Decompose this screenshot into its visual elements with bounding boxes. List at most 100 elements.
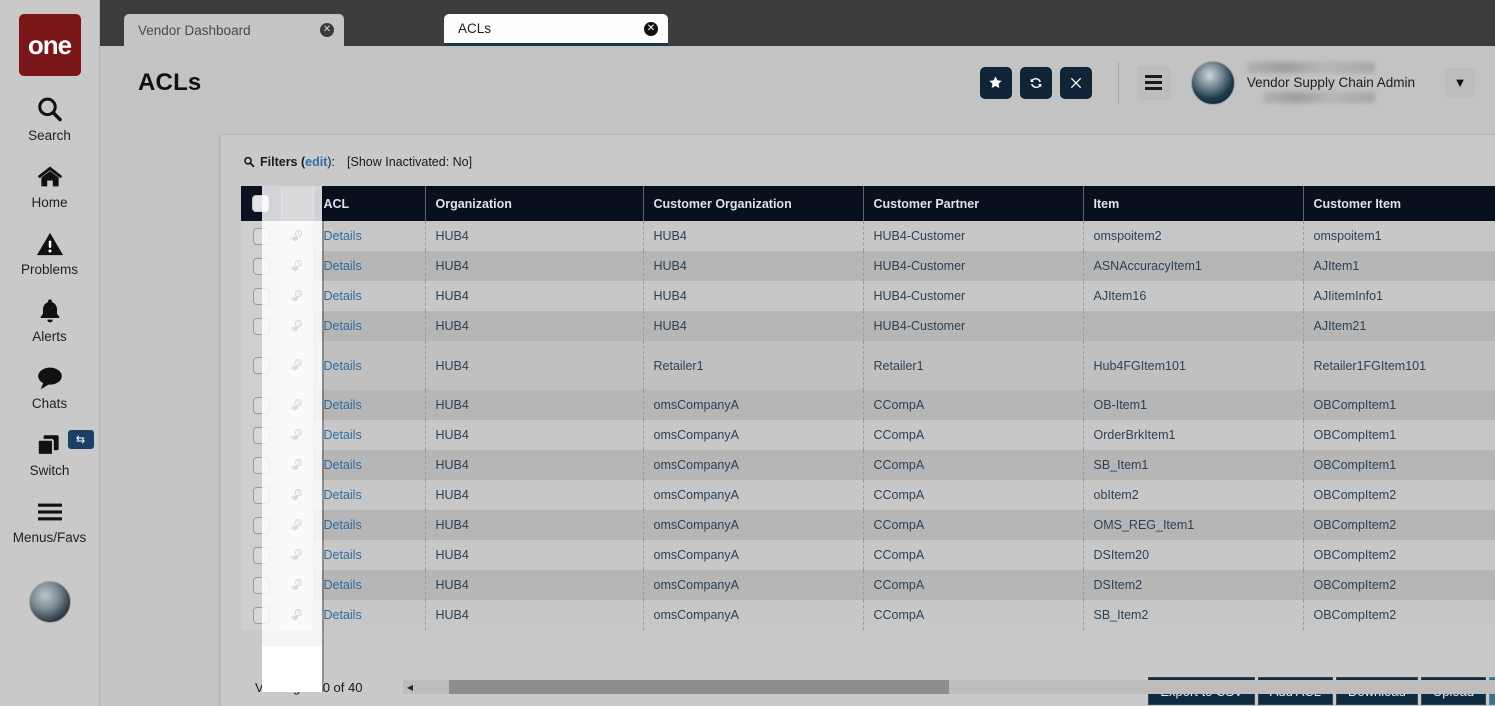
row-select-cell[interactable]: [241, 311, 281, 341]
row-history-cell[interactable]: [281, 540, 313, 570]
row-details-link[interactable]: Details: [313, 390, 425, 420]
row-details-link[interactable]: Details: [313, 540, 425, 570]
history-monitor-icon[interactable]: [289, 288, 304, 302]
row-select-cell[interactable]: [241, 390, 281, 420]
sidebar-item-problems[interactable]: Problems: [0, 227, 100, 277]
row-details-link[interactable]: Details: [313, 221, 425, 251]
app-logo[interactable]: one: [19, 14, 81, 76]
select-all-header[interactable]: [241, 186, 281, 221]
history-monitor-icon[interactable]: [289, 547, 304, 561]
row-history-cell[interactable]: [281, 600, 313, 630]
column-header-acl[interactable]: ACL: [313, 186, 425, 221]
history-monitor-icon[interactable]: [289, 607, 304, 621]
sidebar-item-switch[interactable]: ⇆ Switch: [0, 428, 100, 478]
table-row[interactable]: DetailsHUB4omsCompanyACCompAobItem2OBCom…: [241, 480, 1495, 510]
history-monitor-icon[interactable]: [289, 457, 304, 471]
row-history-cell[interactable]: [281, 570, 313, 600]
swap-arrows-icon[interactable]: ⇆: [68, 430, 94, 449]
row-history-cell[interactable]: [281, 510, 313, 540]
table-row[interactable]: DetailsHUB4omsCompanyACCompAOMS_REG_Item…: [241, 510, 1495, 540]
table-row[interactable]: DetailsHUB4HUB4HUB4-CustomerAJItem21: [241, 311, 1495, 341]
row-checkbox[interactable]: [253, 318, 270, 335]
row-checkbox[interactable]: [253, 397, 270, 414]
table-row[interactable]: DetailsHUB4omsCompanyACCompASB_Item2OBCo…: [241, 600, 1495, 630]
rail-user-avatar[interactable]: [29, 581, 71, 623]
history-monitor-icon[interactable]: [289, 397, 304, 411]
row-history-cell[interactable]: [281, 281, 313, 311]
sidebar-item-menus-favs[interactable]: Menus/Favs: [0, 495, 100, 545]
row-history-cell[interactable]: [281, 450, 313, 480]
row-details-link[interactable]: Details: [313, 570, 425, 600]
row-history-cell[interactable]: [281, 311, 313, 341]
row-details-link[interactable]: Details: [313, 510, 425, 540]
row-details-link[interactable]: Details: [313, 420, 425, 450]
sidebar-item-home[interactable]: Home: [0, 160, 100, 210]
column-header-customer-partner[interactable]: Customer Partner: [863, 186, 1083, 221]
close-circle-icon[interactable]: ✕: [644, 22, 658, 36]
row-select-cell[interactable]: [241, 420, 281, 450]
close-button[interactable]: [1060, 67, 1092, 99]
row-details-link[interactable]: Details: [313, 281, 425, 311]
history-monitor-icon[interactable]: [289, 427, 304, 441]
table-row[interactable]: DetailsHUB4HUB4HUB4-CustomerASNAccuracyI…: [241, 251, 1495, 281]
row-checkbox[interactable]: [253, 487, 270, 504]
row-details-link[interactable]: Details: [313, 450, 425, 480]
row-select-cell[interactable]: [241, 341, 281, 390]
row-details-link[interactable]: Details: [313, 251, 425, 281]
row-select-cell[interactable]: [241, 510, 281, 540]
row-details-link[interactable]: Details: [313, 341, 425, 390]
grid-horizontal-scrollbar[interactable]: ◀ ▶: [403, 680, 1495, 694]
row-checkbox[interactable]: [253, 517, 270, 534]
row-checkbox[interactable]: [253, 607, 270, 624]
row-details-link[interactable]: Details: [313, 311, 425, 341]
column-header-customer-item[interactable]: Customer Item: [1303, 186, 1495, 221]
row-select-cell[interactable]: [241, 221, 281, 251]
chevron-down-icon[interactable]: ▼: [1445, 68, 1475, 98]
row-select-cell[interactable]: [241, 600, 281, 630]
close-circle-icon[interactable]: ✕: [320, 23, 334, 37]
table-row[interactable]: DetailsHUB4omsCompanyACCompASB_Item1OBCo…: [241, 450, 1495, 480]
row-details-link[interactable]: Details: [313, 600, 425, 630]
row-checkbox[interactable]: [253, 427, 270, 444]
table-row[interactable]: DetailsHUB4Retailer1Retailer1Hub4FGItem1…: [241, 341, 1495, 390]
row-history-cell[interactable]: [281, 251, 313, 281]
row-select-cell[interactable]: [241, 570, 281, 600]
tab-acls[interactable]: ACLs ✕: [444, 14, 668, 46]
row-checkbox[interactable]: [253, 577, 270, 594]
history-monitor-icon[interactable]: [289, 487, 304, 501]
table-row[interactable]: DetailsHUB4omsCompanyACCompADSItem2OBCom…: [241, 570, 1495, 600]
column-header-customer-organization[interactable]: Customer Organization: [643, 186, 863, 221]
history-monitor-icon[interactable]: [289, 517, 304, 531]
table-row[interactable]: DetailsHUB4omsCompanyACCompAOrderBrkItem…: [241, 420, 1495, 450]
history-monitor-icon[interactable]: [289, 318, 304, 332]
row-history-cell[interactable]: [281, 221, 313, 251]
row-checkbox[interactable]: [253, 258, 270, 275]
row-checkbox[interactable]: [253, 228, 270, 245]
row-history-cell[interactable]: [281, 480, 313, 510]
scroll-left-arrow-icon[interactable]: ◀: [403, 680, 417, 694]
table-row[interactable]: DetailsHUB4omsCompanyACCompADSItem20OBCo…: [241, 540, 1495, 570]
row-details-link[interactable]: Details: [313, 480, 425, 510]
row-select-cell[interactable]: [241, 281, 281, 311]
sidebar-item-chats[interactable]: Chats: [0, 361, 100, 411]
row-checkbox[interactable]: [253, 288, 270, 305]
column-header-organization[interactable]: Organization: [425, 186, 643, 221]
row-select-cell[interactable]: [241, 450, 281, 480]
table-row[interactable]: DetailsHUB4HUB4HUB4-Customeromspoitem2om…: [241, 221, 1495, 251]
row-select-cell[interactable]: [241, 540, 281, 570]
horizontal-scroll-thumb[interactable]: [449, 680, 949, 694]
row-checkbox[interactable]: [253, 357, 270, 374]
refresh-button[interactable]: [1020, 67, 1052, 99]
history-monitor-icon[interactable]: [289, 358, 304, 372]
header-menu-button[interactable]: [1137, 66, 1171, 100]
row-checkbox[interactable]: [253, 547, 270, 564]
table-row[interactable]: DetailsHUB4omsCompanyACCompAOB-Item1OBCo…: [241, 390, 1495, 420]
row-checkbox[interactable]: [253, 457, 270, 474]
row-history-cell[interactable]: [281, 420, 313, 450]
sidebar-item-alerts[interactable]: Alerts: [0, 294, 100, 344]
table-row[interactable]: DetailsHUB4HUB4HUB4-CustomerAJItem16AJIi…: [241, 281, 1495, 311]
user-profile-block[interactable]: Vendor Supply Chain Admin ▼: [1191, 61, 1475, 105]
filters-edit-link[interactable]: edit: [305, 155, 327, 169]
column-header-item[interactable]: Item: [1083, 186, 1303, 221]
row-select-cell[interactable]: [241, 251, 281, 281]
